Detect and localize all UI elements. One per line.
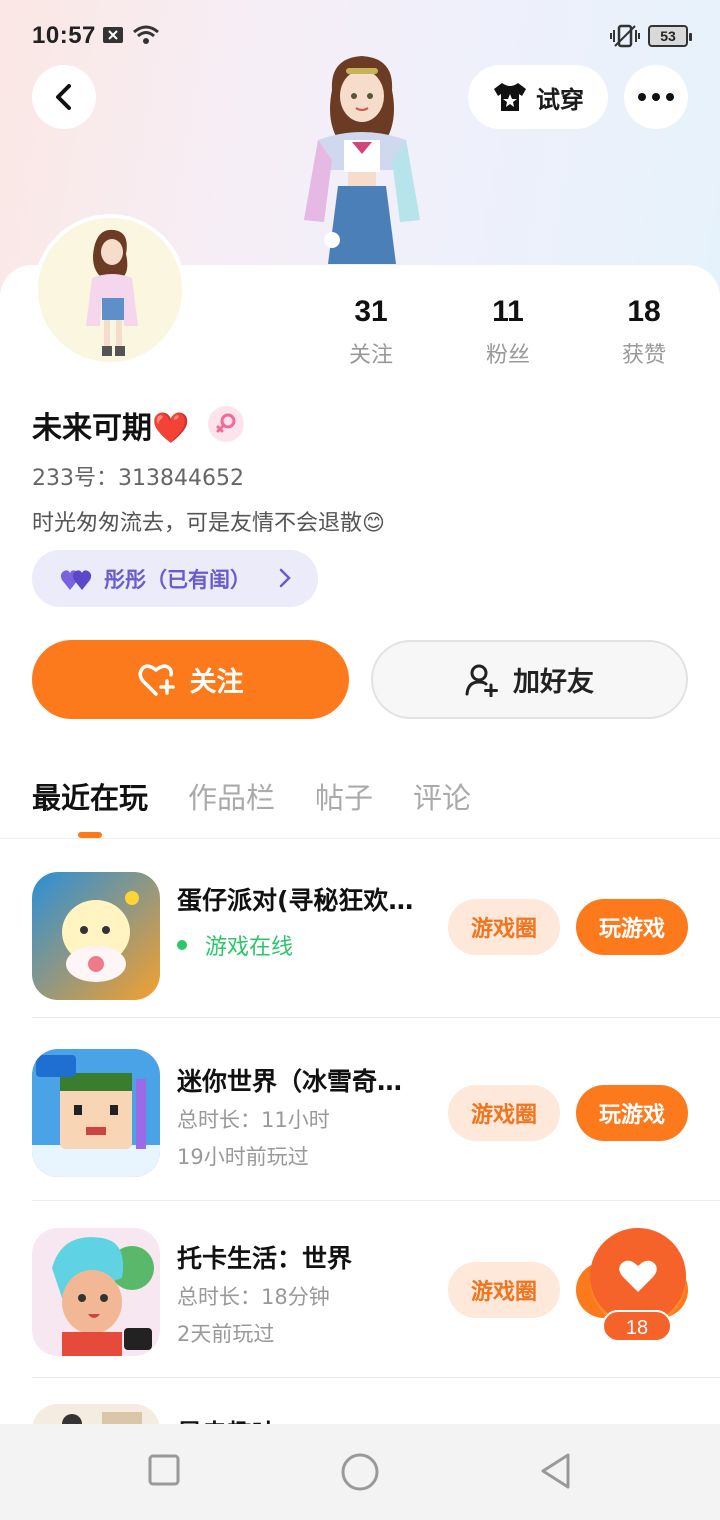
try-on-button[interactable]: 试穿	[468, 65, 608, 129]
game-row[interactable]: 蛋仔派对(寻秘狂欢… 游戏在线 游戏圈 玩游戏	[0, 841, 720, 1018]
profile-tabs: 最近在玩 作品栏 帖子 评论	[32, 775, 471, 835]
stat-fans-label: 粉丝	[485, 343, 530, 368]
game-duration: 总时长：11小时	[177, 1108, 330, 1132]
game-title: 蛋仔派对(寻秘狂欢…	[177, 886, 414, 915]
avatar-figure-image	[38, 218, 182, 362]
tab-works[interactable]: 作品栏	[188, 775, 275, 835]
user-bio: 时光匆匆流去，可是友情不会退散😊	[32, 511, 385, 536]
back-button[interactable]	[32, 65, 96, 129]
game-icon-mini-world[interactable]	[32, 1049, 160, 1177]
relationship-label: 彤彤（已有闺）	[104, 567, 251, 592]
notification-x-icon	[103, 27, 123, 43]
game-duration: 总时长：18分钟	[177, 1285, 330, 1309]
more-dots-icon	[638, 93, 674, 101]
online-status: 游戏在线	[177, 929, 293, 961]
game-icon-partial[interactable]	[32, 1404, 160, 1424]
more-button[interactable]	[624, 65, 688, 129]
game-circle-button[interactable]: 游戏圈	[448, 1262, 560, 1318]
user-id: 233号：313844652	[32, 466, 244, 491]
online-status-label: 游戏在线	[205, 935, 294, 960]
relationship-badge[interactable]: 彤彤（已有闺）	[32, 550, 318, 607]
tab-comments[interactable]: 评论	[413, 775, 471, 835]
status-time: 10:57	[32, 22, 96, 49]
female-gender-icon	[208, 406, 244, 442]
double-heart-icon	[60, 569, 92, 590]
back-arrow-icon	[56, 84, 71, 110]
try-on-label: 试穿	[536, 85, 584, 114]
add-friend-button[interactable]: 加好友	[371, 640, 688, 719]
game-title: 迷你世界（冰雪奇…	[177, 1067, 403, 1096]
game-circle-button[interactable]: 游戏圈	[448, 899, 560, 955]
online-dot-icon	[177, 940, 187, 950]
stat-fans-value: 11	[492, 295, 524, 328]
avatar-3d-figure	[282, 50, 442, 264]
game-icon-eggy-party[interactable]	[32, 872, 160, 1000]
heart-plus-icon	[138, 664, 175, 696]
row-divider	[32, 1017, 720, 1018]
vibrate-icon	[610, 24, 640, 48]
game-circle-button[interactable]: 游戏圈	[448, 1085, 560, 1141]
wifi-icon	[133, 25, 159, 44]
like-count-badge: 18	[602, 1310, 672, 1342]
game-title: 暴走趣味	[177, 1414, 435, 1424]
game-last-played: 2天前玩过	[177, 1322, 275, 1346]
home-icon[interactable]	[340, 1452, 380, 1492]
follow-label: 关注	[189, 667, 244, 698]
game-row[interactable]: 迷你世界（冰雪奇… 总时长：11小时 19小时前玩过 游戏圈 玩游戏	[0, 1024, 720, 1201]
game-last-played: 19小时前玩过	[177, 1145, 309, 1169]
stat-likes-value: 18	[627, 295, 661, 328]
stat-fans[interactable]: 11 粉丝	[458, 295, 558, 369]
add-friend-label: 加好友	[513, 667, 594, 698]
heart-icon	[619, 1260, 657, 1292]
play-game-button[interactable]: 玩游戏	[576, 899, 688, 955]
game-row[interactable]: 暴走趣味	[0, 1378, 720, 1424]
username: 未来可期❤️	[32, 411, 190, 446]
follow-button[interactable]: 关注	[32, 640, 349, 719]
back-triangle-icon[interactable]	[538, 1452, 574, 1490]
stat-following-label: 关注	[348, 343, 393, 368]
game-icon-toca-life[interactable]	[32, 1228, 160, 1356]
stat-likes-label: 获赞	[621, 343, 666, 368]
recent-apps-icon[interactable]	[146, 1452, 182, 1488]
tab-divider	[0, 838, 720, 839]
game-title: 托卡生活：世界	[177, 1244, 353, 1273]
tab-posts[interactable]: 帖子	[315, 775, 373, 835]
tshirt-icon	[494, 83, 526, 111]
avatar[interactable]	[34, 214, 186, 366]
chevron-right-icon	[279, 568, 291, 588]
tab-recently-played[interactable]: 最近在玩	[32, 775, 148, 835]
system-nav-bar	[0, 1424, 720, 1520]
stat-following[interactable]: 31 关注	[321, 295, 421, 369]
play-game-button[interactable]: 玩游戏	[576, 1085, 688, 1141]
battery-indicator: 53	[648, 25, 692, 47]
stat-following-value: 31	[354, 295, 388, 328]
stat-likes[interactable]: 18 获赞	[594, 295, 694, 369]
add-user-icon	[465, 664, 498, 697]
